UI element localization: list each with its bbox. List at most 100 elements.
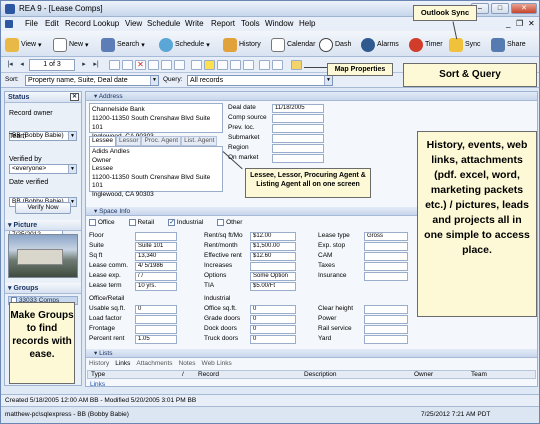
options-field[interactable]: Some Option bbox=[250, 272, 296, 281]
tab-attachments[interactable]: Attachments bbox=[136, 360, 172, 369]
settings-icon[interactable] bbox=[174, 60, 185, 70]
tab-proc-agent[interactable]: Proc. Agent bbox=[141, 136, 182, 146]
comp-source-field[interactable] bbox=[272, 114, 324, 123]
tab-lessor[interactable]: Lessor bbox=[115, 136, 142, 146]
save-icon[interactable] bbox=[148, 60, 159, 70]
load-factor-field[interactable] bbox=[135, 315, 177, 324]
view-button[interactable]: View ▾ bbox=[5, 35, 42, 54]
map-properties-icon[interactable] bbox=[291, 60, 302, 70]
region-field[interactable] bbox=[272, 144, 324, 153]
col-owner[interactable]: Owner bbox=[414, 371, 433, 378]
on-market-field[interactable] bbox=[272, 154, 324, 163]
lists-section-header[interactable]: ▾ Lists bbox=[86, 349, 537, 358]
delete-icon[interactable]: ✕ bbox=[135, 60, 146, 70]
submarket-field[interactable] bbox=[272, 134, 324, 143]
rent-sqft-field[interactable]: $12.00 bbox=[250, 232, 296, 241]
lease-exp-field[interactable]: / / bbox=[135, 272, 177, 281]
menu-report[interactable]: Report bbox=[211, 19, 235, 28]
first-record-button[interactable]: |◂ bbox=[5, 60, 15, 70]
inner-close-button[interactable]: ✕ bbox=[528, 19, 535, 28]
search-button[interactable]: Search ▾ bbox=[101, 35, 145, 54]
print-icon[interactable] bbox=[243, 60, 254, 70]
office-checkbox[interactable]: Office bbox=[89, 219, 115, 227]
col-type[interactable]: Type bbox=[91, 371, 105, 378]
maximize-button[interactable]: □ bbox=[491, 3, 509, 14]
menu-tools[interactable]: Tools bbox=[241, 19, 260, 28]
close-button[interactable]: ✕ bbox=[511, 3, 537, 14]
cam-field[interactable] bbox=[364, 252, 408, 261]
suite-field[interactable]: Suite 101 bbox=[135, 242, 177, 251]
select-icon[interactable] bbox=[191, 60, 202, 70]
floor-field[interactable] bbox=[135, 232, 177, 241]
taxes-field[interactable] bbox=[364, 262, 408, 271]
groups-section-header[interactable]: ▾ Groups bbox=[5, 283, 81, 294]
address-block[interactable]: Channelside Bank 11200-11350 South Crens… bbox=[89, 103, 223, 140]
links-row[interactable]: Links bbox=[90, 381, 105, 388]
menu-write[interactable]: Write bbox=[185, 19, 204, 28]
truck-doors-field[interactable]: 0 bbox=[250, 335, 296, 344]
filter-icon[interactable] bbox=[230, 60, 241, 70]
other-checkbox[interactable]: Other bbox=[217, 219, 242, 227]
col-team[interactable]: Team bbox=[471, 371, 487, 378]
usable-sqft-field[interactable]: 0 bbox=[135, 305, 177, 314]
query-select[interactable]: All records ▼ bbox=[187, 75, 333, 86]
rent-month-field[interactable]: $1,500.00 bbox=[250, 242, 296, 251]
close-icon[interactable]: ✕ bbox=[70, 93, 79, 101]
timer-button[interactable]: Timer bbox=[409, 35, 443, 54]
flag-icon[interactable] bbox=[259, 60, 270, 70]
office-sqft-field[interactable]: 0 bbox=[250, 305, 296, 314]
menu-record[interactable]: Record bbox=[65, 19, 91, 28]
menu-view[interactable]: View bbox=[125, 19, 142, 28]
team-select[interactable]: <everyone> ▼ bbox=[9, 164, 77, 174]
spellcheck-icon[interactable] bbox=[122, 60, 133, 70]
lease-type-field[interactable]: Gross bbox=[364, 232, 408, 241]
tab-lessee[interactable]: Lessee bbox=[89, 136, 116, 146]
clear-height-field[interactable] bbox=[364, 305, 408, 314]
menu-lookup[interactable]: Lookup bbox=[93, 19, 119, 28]
tab-list-agent[interactable]: List. Agent bbox=[181, 136, 218, 146]
prev-record-button[interactable]: ◂ bbox=[17, 60, 27, 70]
dash-button[interactable]: Dash bbox=[319, 35, 351, 54]
menu-edit[interactable]: Edit bbox=[45, 19, 59, 28]
col-description[interactable]: Description bbox=[304, 371, 337, 378]
effective-rent-field[interactable]: $12.60 bbox=[250, 252, 296, 261]
tia-field[interactable]: $5.00/Ft bbox=[250, 282, 296, 291]
inner-minimize-button[interactable]: _ bbox=[506, 19, 510, 28]
tag-icon[interactable] bbox=[217, 60, 228, 70]
address-section-header[interactable]: ▾ Address bbox=[86, 92, 537, 101]
next-record-button[interactable]: ▸ bbox=[79, 60, 89, 70]
highlight-icon[interactable] bbox=[204, 60, 215, 70]
new-button[interactable]: New ▾ bbox=[53, 35, 89, 54]
tab-web-links[interactable]: Web Links bbox=[202, 360, 232, 369]
deal-date-field[interactable]: 11/18/2005 bbox=[272, 104, 324, 113]
menu-file[interactable]: File bbox=[25, 19, 38, 28]
dock-doors-field[interactable]: 0 bbox=[250, 325, 296, 334]
lease-comm-field[interactable]: 4/ 5/1986 bbox=[135, 262, 177, 271]
history-button[interactable]: History bbox=[223, 35, 261, 54]
tab-links[interactable]: Links bbox=[115, 360, 130, 369]
tab-notes[interactable]: Notes bbox=[179, 360, 196, 369]
schedule-button[interactable]: Schedule ▾ bbox=[159, 35, 210, 54]
prev-loc-field[interactable] bbox=[272, 124, 324, 133]
exp-stop-field[interactable] bbox=[364, 242, 408, 251]
calendar-button[interactable]: Calendar bbox=[271, 35, 315, 54]
menu-window[interactable]: Window bbox=[265, 19, 293, 28]
industrial-checkbox[interactable]: Industrial bbox=[168, 219, 203, 227]
lessee-block[interactable]: Adids Andles Owner Lessee 11200-11350 So… bbox=[89, 146, 223, 198]
insurance-field[interactable] bbox=[364, 272, 408, 281]
picture-section-header[interactable]: ▾ Picture bbox=[5, 220, 81, 231]
menu-help[interactable]: Help bbox=[299, 19, 315, 28]
inner-restore-button[interactable]: ❐ bbox=[516, 19, 523, 28]
verify-now-button[interactable]: Verify Now bbox=[15, 202, 71, 214]
sqft-field[interactable]: 13,340 bbox=[135, 252, 177, 261]
lease-term-field[interactable]: 10 yrs. bbox=[135, 282, 177, 291]
col-record[interactable]: Record bbox=[198, 371, 219, 378]
sort-select[interactable]: Property name, Suite, Deal date ▼ bbox=[25, 75, 159, 86]
rail-service-field[interactable] bbox=[364, 325, 408, 334]
tab-history[interactable]: History bbox=[89, 360, 109, 369]
last-record-button[interactable]: ▸| bbox=[91, 60, 101, 70]
undo-icon[interactable] bbox=[161, 60, 172, 70]
grade-doors-field[interactable]: 0 bbox=[250, 315, 296, 324]
refresh-icon[interactable] bbox=[109, 60, 120, 70]
menu-schedule[interactable]: Schedule bbox=[147, 19, 180, 28]
